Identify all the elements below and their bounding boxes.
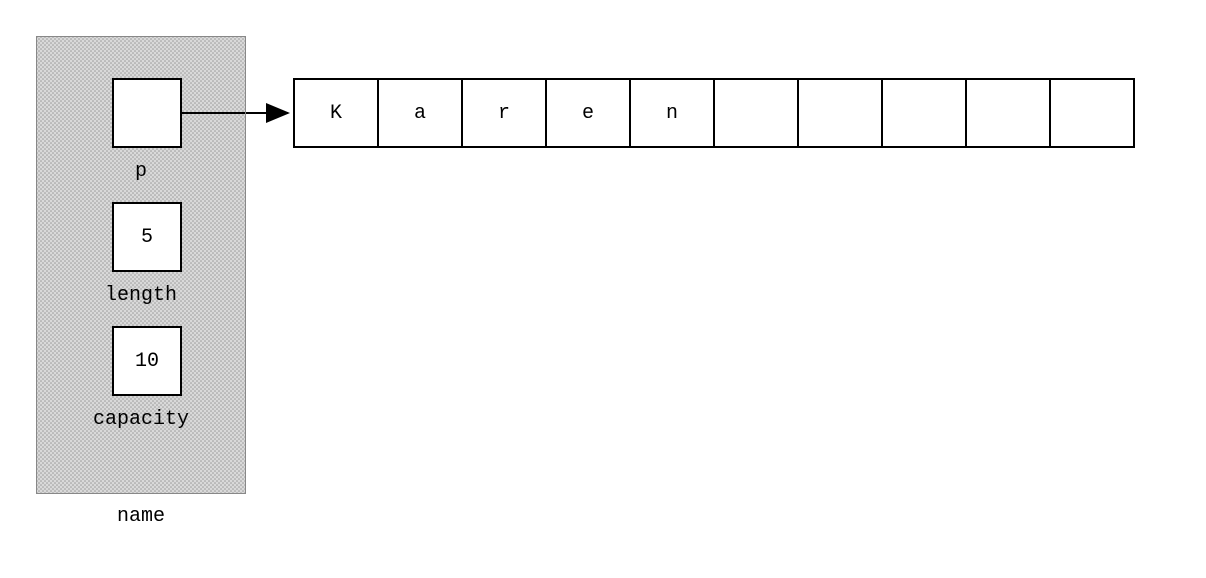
array-cell: r	[461, 78, 547, 148]
array-cell: n	[629, 78, 715, 148]
field-p-label: p	[36, 160, 246, 183]
field-length-label: length	[36, 284, 246, 307]
char-array: Karen	[293, 78, 1135, 148]
array-cell	[797, 78, 883, 148]
field-length-value: 5	[141, 226, 153, 249]
array-cell	[965, 78, 1051, 148]
field-length-box: 5	[112, 202, 182, 272]
array-cell: K	[293, 78, 379, 148]
field-p-box	[112, 78, 182, 148]
array-cell	[1049, 78, 1135, 148]
array-cell: a	[377, 78, 463, 148]
field-capacity-label: capacity	[36, 408, 246, 431]
field-capacity-box: 10	[112, 326, 182, 396]
array-cell	[881, 78, 967, 148]
struct-name-label: name	[36, 505, 246, 528]
field-capacity-value: 10	[135, 350, 159, 373]
array-cell	[713, 78, 799, 148]
array-cell: e	[545, 78, 631, 148]
diagram-canvas: p 5 length 10 capacity name Karen	[0, 0, 1206, 578]
